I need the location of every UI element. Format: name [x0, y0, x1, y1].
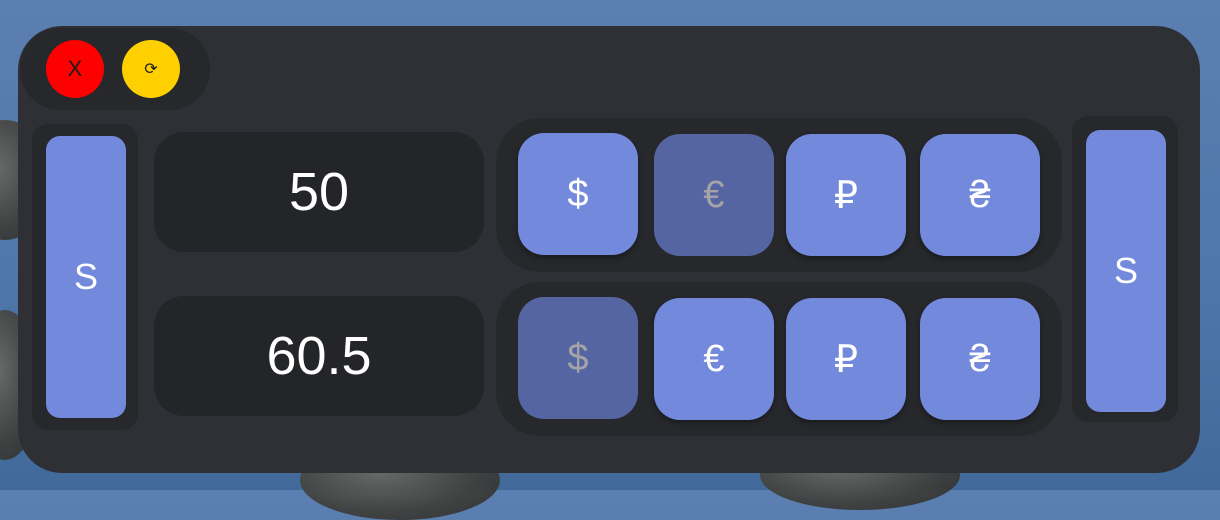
swap-right-button[interactable]: S [1086, 130, 1166, 412]
from-currency-uah-button[interactable]: ₴ [920, 134, 1040, 256]
close-button[interactable]: X [46, 40, 104, 98]
swap-left-button[interactable]: S [46, 136, 126, 418]
to-currency-usd-button[interactable]: $ [518, 297, 638, 419]
from-currency-usd-button[interactable]: $ [518, 133, 638, 255]
to-currency-eur-button[interactable]: € [654, 298, 774, 420]
hryvnia-icon: ₴ [969, 337, 991, 380]
from-amount-field[interactable]: 50 [154, 132, 484, 252]
ruble-icon: ₽ [833, 338, 859, 381]
euro-icon: € [703, 173, 725, 216]
from-amount-value: 50 [288, 162, 350, 222]
from-currency-rub-button[interactable]: ₽ [786, 134, 906, 256]
dollar-icon: $ [567, 336, 589, 379]
to-currency-uah-button[interactable]: ₴ [920, 298, 1040, 420]
ruble-icon: ₽ [833, 174, 859, 217]
refresh-button[interactable]: ⟳ [122, 40, 180, 98]
close-label: X [67, 56, 83, 81]
swap-right-label: S [1113, 250, 1138, 291]
to-amount-value: 60.5 [266, 326, 372, 386]
refresh-icon: ⟳ [144, 61, 158, 78]
dollar-icon: $ [567, 172, 589, 215]
to-amount-field[interactable]: 60.5 [154, 296, 484, 416]
swap-left-label: S [73, 256, 98, 297]
hryvnia-icon: ₴ [969, 173, 991, 216]
euro-icon: € [703, 337, 725, 380]
from-currency-eur-button[interactable]: € [654, 134, 774, 256]
to-currency-rub-button[interactable]: ₽ [786, 298, 906, 420]
